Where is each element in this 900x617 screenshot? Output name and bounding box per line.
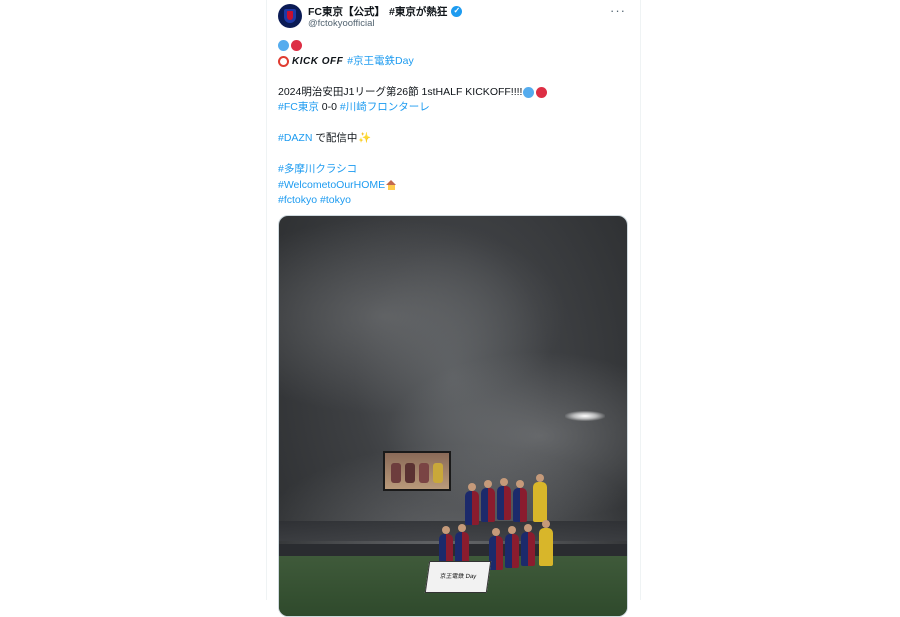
hashtag-line-tama: #多摩川クラシコ xyxy=(278,162,628,178)
club-crest-icon xyxy=(284,9,296,23)
banner-sign: 京王電鉄 Day xyxy=(424,561,492,593)
hashtag-line-en: #fctokyo #tokyo xyxy=(278,193,628,209)
hashtag-kawasaki[interactable]: #川崎フロンターレ xyxy=(340,100,430,116)
red-circle-icon xyxy=(291,40,302,52)
kickoff-label: KICK OFF xyxy=(292,55,344,67)
hashtag-fctokyo-en[interactable]: #fctokyo xyxy=(278,193,317,209)
player xyxy=(465,483,479,525)
floodlight xyxy=(565,411,605,421)
player xyxy=(481,480,495,522)
house-icon xyxy=(386,180,397,191)
hashtag-home[interactable]: #WelcometoOurHOME xyxy=(278,178,385,194)
timeline-right-border xyxy=(640,0,641,600)
tweet-text: KICK OFF #京王電鉄Day 2024明治安田J1リーグ第26節 1stH… xyxy=(278,38,628,209)
hashtag-tama[interactable]: #多摩川クラシコ xyxy=(278,162,357,178)
author-name-suffix[interactable]: #東京が熱狂 xyxy=(389,4,447,19)
author-name-row[interactable]: FC東京【公式】 #東京が熱狂 ✓ xyxy=(308,4,463,19)
hashtag-line-home: #WelcometoOurHOME xyxy=(278,178,628,194)
dazn-text: で配信中 xyxy=(312,132,358,144)
avatar[interactable] xyxy=(278,4,302,28)
red-circle-icon xyxy=(536,86,548,98)
author-handle[interactable]: @fctokyoofficial xyxy=(308,18,375,29)
alarm-clock-icon xyxy=(278,55,289,67)
tweet[interactable]: FC東京【公式】 #東京が熱狂 ✓ @fctokyoofficial ··· K… xyxy=(266,0,640,617)
match-line: 2024明治安田J1リーグ第26節 1stHALF KICKOFF!!!! xyxy=(278,85,628,101)
blue-circle-icon xyxy=(278,40,289,52)
blue-circle-icon xyxy=(523,86,535,98)
player xyxy=(497,478,511,520)
hashtag-fctokyo[interactable]: #FC東京 xyxy=(278,100,319,116)
tweet-photo[interactable]: 京王電鉄 Day xyxy=(278,215,628,617)
player xyxy=(513,480,527,522)
stadium-screen xyxy=(383,451,451,491)
hashtag-dazn[interactable]: #DAZN xyxy=(278,131,312,147)
dazn-line: #DAZN で配信中 ✨ xyxy=(278,131,628,147)
kickoff-line: KICK OFF #京王電鉄Day xyxy=(278,54,628,70)
score-text: 0-0 xyxy=(318,101,340,113)
verified-badge-icon: ✓ xyxy=(451,5,463,17)
player xyxy=(505,526,519,568)
player xyxy=(521,524,535,566)
sparkles-icon: ✨ xyxy=(358,132,372,144)
more-icon[interactable]: ··· xyxy=(610,3,626,18)
emoji-line xyxy=(278,38,628,54)
author-name[interactable]: FC東京【公式】 xyxy=(308,4,385,19)
match-text: 2024明治安田J1リーグ第26節 1stHALF KICKOFF!!!! xyxy=(278,85,523,98)
hashtag-keio[interactable]: #京王電鉄Day xyxy=(347,54,414,70)
goalkeeper xyxy=(533,474,547,522)
player xyxy=(489,528,503,570)
goalkeeper xyxy=(539,520,553,566)
score-line: #FC東京 0-0 #川崎フロンターレ xyxy=(278,100,628,116)
hashtag-tokyo[interactable]: #tokyo xyxy=(320,193,351,209)
